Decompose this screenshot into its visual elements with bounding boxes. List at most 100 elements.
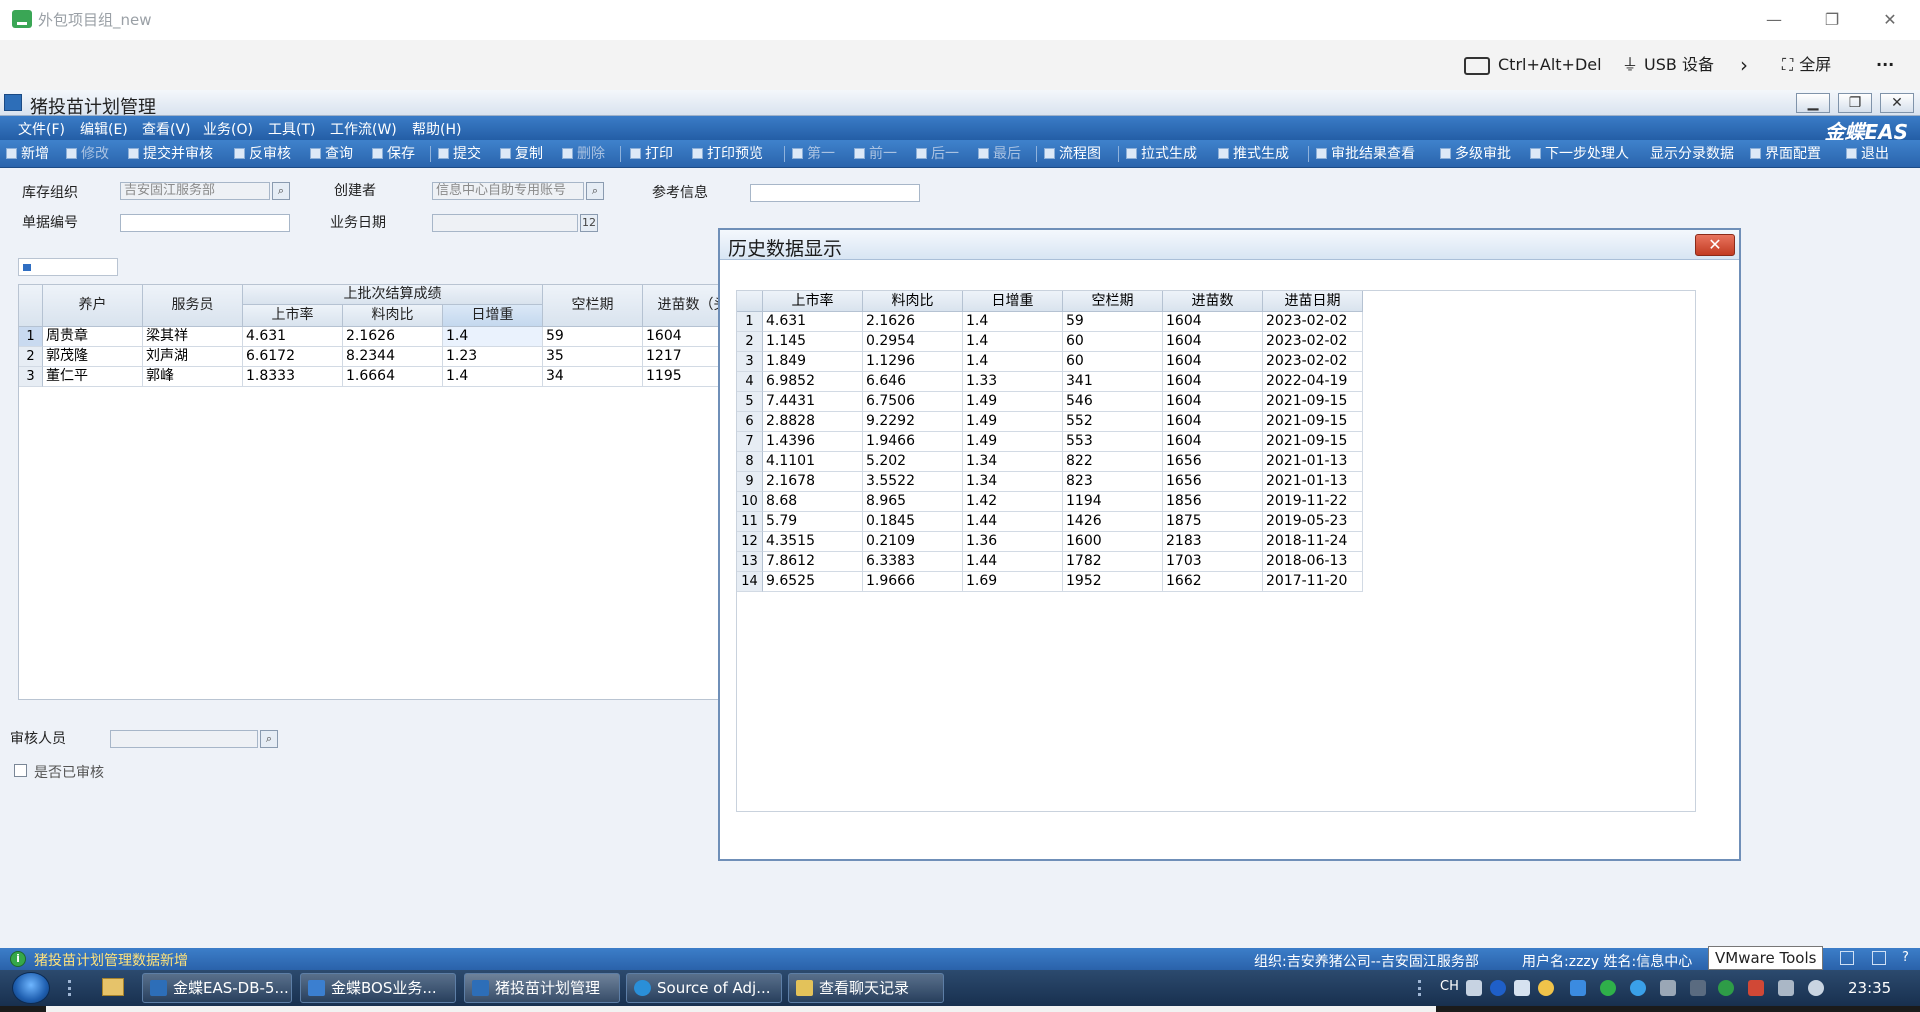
- table-cell-count[interactable]: 1217: [643, 347, 719, 367]
- dialog-close-button[interactable]: ✕: [1695, 234, 1735, 256]
- auditor-field[interactable]: [110, 730, 258, 748]
- history-cell-count[interactable]: 1604: [1163, 372, 1263, 392]
- exit-button[interactable]: 退出: [1846, 145, 1889, 163]
- status-help-icon[interactable]: ?: [1902, 950, 1909, 965]
- history-cell-gain[interactable]: 1.44: [963, 512, 1063, 532]
- last-button[interactable]: 最后: [978, 145, 1021, 163]
- history-cell-empty[interactable]: 59: [1063, 312, 1163, 332]
- network-status-icon[interactable]: [1778, 980, 1794, 996]
- history-col-date[interactable]: 进苗日期: [1263, 291, 1363, 312]
- table-cell-gain[interactable]: 1.4: [443, 367, 543, 387]
- status-layout-icon[interactable]: [1872, 951, 1886, 965]
- menu-view[interactable]: 查看(V): [142, 119, 191, 139]
- history-cell-empty[interactable]: 1194: [1063, 492, 1163, 512]
- vmware-tray-icon[interactable]: [1748, 980, 1764, 996]
- history-row-index[interactable]: 10: [737, 492, 763, 512]
- history-cell-gain[interactable]: 1.4: [963, 312, 1063, 332]
- language-indicator[interactable]: CH: [1440, 979, 1459, 994]
- history-cell-empty[interactable]: 1600: [1063, 532, 1163, 552]
- table-row-index[interactable]: 3: [19, 367, 43, 387]
- table-cell-farmer[interactable]: 郭茂隆: [43, 347, 143, 367]
- submit-audit-button[interactable]: 提交并审核: [128, 145, 213, 163]
- task-pig-plan[interactable]: 猪投苗计划管理: [464, 973, 620, 1003]
- history-cell-date[interactable]: 2023-02-02: [1263, 312, 1363, 332]
- chevron-right-icon[interactable]: ›: [1740, 53, 1748, 77]
- history-cell-date[interactable]: 2021-01-13: [1263, 472, 1363, 492]
- table-cell-ratio[interactable]: 1.6664: [343, 367, 443, 387]
- prev-button[interactable]: 前一: [854, 145, 897, 163]
- history-cell-rate[interactable]: 1.145: [763, 332, 863, 352]
- history-row-index[interactable]: 1: [737, 312, 763, 332]
- eas-minimize-button[interactable]: ▁: [1796, 93, 1830, 113]
- history-cell-rate[interactable]: 9.6525: [763, 572, 863, 592]
- history-cell-count[interactable]: 1604: [1163, 352, 1263, 372]
- menu-edit[interactable]: 编辑(E): [80, 119, 128, 139]
- table-row-index[interactable]: 2: [19, 347, 43, 367]
- col-service[interactable]: 服务员: [143, 285, 243, 327]
- history-col-ratio[interactable]: 料肉比: [863, 291, 963, 312]
- copy-button[interactable]: 复制: [500, 145, 543, 163]
- fullscreen-button[interactable]: ⛶ 全屏: [1782, 53, 1831, 77]
- close-button[interactable]: ✕: [1870, 8, 1910, 32]
- ctrl-alt-del-button[interactable]: Ctrl+Alt+Del: [1464, 53, 1602, 77]
- clock[interactable]: 23:35: [1848, 979, 1891, 997]
- history-cell-gain[interactable]: 1.34: [963, 472, 1063, 492]
- task-bos[interactable]: 金蝶BOS业务...: [300, 973, 456, 1003]
- table-cell-farmer[interactable]: 董仁平: [43, 367, 143, 387]
- history-cell-empty[interactable]: 553: [1063, 432, 1163, 452]
- print-preview-button[interactable]: 打印预览: [692, 145, 763, 163]
- history-row-index[interactable]: 9: [737, 472, 763, 492]
- table-cell-gain[interactable]: 1.23: [443, 347, 543, 367]
- table-cell-count[interactable]: 1604: [643, 327, 719, 347]
- history-cell-gain[interactable]: 1.49: [963, 432, 1063, 452]
- history-cell-date[interactable]: 2021-09-15: [1263, 432, 1363, 452]
- table-cell-gain[interactable]: 1.4: [443, 327, 543, 347]
- table-cell-rate[interactable]: 6.6172: [243, 347, 343, 367]
- menu-business[interactable]: 业务(O): [203, 119, 253, 139]
- device-tray-icon[interactable]: [1660, 980, 1676, 996]
- col-ratio[interactable]: 料肉比: [343, 305, 443, 327]
- submit-button[interactable]: 提交: [438, 145, 481, 163]
- keyboard-tray-icon[interactable]: [1466, 980, 1482, 996]
- menu-tools[interactable]: 工具(T): [268, 119, 315, 139]
- business-date-field[interactable]: [432, 214, 578, 232]
- audit-result-button[interactable]: 审批结果查看: [1316, 145, 1415, 163]
- col-rate[interactable]: 上市率: [243, 305, 343, 327]
- new-button[interactable]: 新增: [6, 145, 49, 163]
- history-cell-empty[interactable]: 60: [1063, 332, 1163, 352]
- history-cell-count[interactable]: 1604: [1163, 332, 1263, 352]
- audited-checkbox[interactable]: [14, 764, 27, 777]
- history-cell-count[interactable]: 1662: [1163, 572, 1263, 592]
- history-cell-date[interactable]: 2022-04-19: [1263, 372, 1363, 392]
- history-cell-gain[interactable]: 1.33: [963, 372, 1063, 392]
- table-cell-service[interactable]: 刘声湖: [143, 347, 243, 367]
- table-cell-empty[interactable]: 59: [543, 327, 643, 347]
- col-gain[interactable]: 日增重: [443, 305, 543, 327]
- history-cell-rate[interactable]: 7.4431: [763, 392, 863, 412]
- history-cell-gain[interactable]: 1.49: [963, 412, 1063, 432]
- history-cell-rate[interactable]: 1.849: [763, 352, 863, 372]
- volume-icon[interactable]: [1808, 980, 1824, 996]
- history-cell-date[interactable]: 2018-06-13: [1263, 552, 1363, 572]
- history-cell-ratio[interactable]: 3.5522: [863, 472, 963, 492]
- history-cell-count[interactable]: 1604: [1163, 412, 1263, 432]
- first-button[interactable]: 第一: [792, 145, 835, 163]
- multi-audit-button[interactable]: 多级审批: [1440, 145, 1511, 163]
- history-cell-ratio[interactable]: 1.1296: [863, 352, 963, 372]
- history-cell-ratio[interactable]: 6.7506: [863, 392, 963, 412]
- history-cell-empty[interactable]: 1782: [1063, 552, 1163, 572]
- edit-button[interactable]: 修改: [66, 145, 109, 163]
- status-window-icon[interactable]: [1840, 951, 1854, 965]
- col-empty-period[interactable]: 空栏期: [543, 285, 643, 327]
- menu-workflow[interactable]: 工作流(W): [330, 119, 397, 139]
- history-row-index[interactable]: 11: [737, 512, 763, 532]
- history-row-index[interactable]: 2: [737, 332, 763, 352]
- history-cell-count[interactable]: 1604: [1163, 312, 1263, 332]
- history-row-index[interactable]: 13: [737, 552, 763, 572]
- history-cell-gain[interactable]: 1.4: [963, 352, 1063, 372]
- history-cell-count[interactable]: 1604: [1163, 432, 1263, 452]
- history-cell-ratio[interactable]: 0.2954: [863, 332, 963, 352]
- history-row-index[interactable]: 3: [737, 352, 763, 372]
- show-category-button[interactable]: 显示分录数据: [1650, 145, 1734, 163]
- history-cell-gain[interactable]: 1.69: [963, 572, 1063, 592]
